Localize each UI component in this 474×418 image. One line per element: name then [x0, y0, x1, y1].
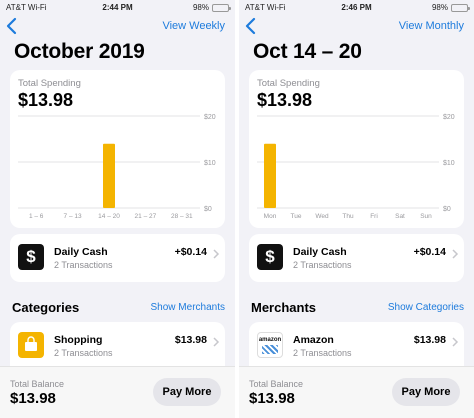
chevron-right-icon	[213, 249, 220, 259]
pay-more-button[interactable]: Pay More	[392, 378, 460, 406]
y-tick-label: $10	[443, 160, 455, 167]
y-tick-label: $0	[443, 206, 451, 213]
merchant-subtitle: 2 Transactions	[293, 348, 352, 358]
status-bar: AT&T Wi-Fi 2:46 PM 98%	[239, 0, 474, 14]
weekly-screen: AT&T Wi-Fi 2:46 PM 98% View Monthly Oct …	[239, 0, 474, 418]
merchant-row-amazon[interactable]: amazon Amazon 2 Transactions $13.98	[249, 322, 464, 370]
daily-cash-subtitle: 2 Transactions	[293, 260, 352, 270]
chart-bar	[264, 143, 276, 208]
battery-icon	[451, 3, 470, 12]
x-tick-label: 14 – 20	[98, 213, 120, 220]
x-tick-label: 21 – 27	[135, 213, 157, 220]
merchant-amount: $13.98	[413, 334, 446, 346]
spending-chart-card: Total Spending $13.98 $20 $10 $0 1 – 67 – 1…	[10, 70, 225, 228]
section-title-merchants: Merchants	[251, 300, 317, 315]
x-tick-label: Thu	[342, 213, 354, 220]
period-title: October 2019	[14, 40, 145, 63]
merchant-title: Amazon	[293, 334, 334, 346]
total-balance-bar: Total Balance $13.98 Pay More	[0, 366, 235, 418]
battery-icon	[212, 3, 231, 12]
total-balance-label: Total Balance	[249, 379, 304, 389]
daily-cash-amount: +$0.14	[174, 246, 207, 258]
x-tick-label: Mon	[264, 213, 277, 220]
amazon-box-graphic	[262, 345, 278, 354]
back-chevron-icon[interactable]	[243, 16, 259, 36]
daily-cash-icon: $	[257, 244, 283, 270]
amazon-logo-text: amazon	[258, 337, 282, 343]
x-tick-label: Sat	[395, 213, 405, 220]
chevron-right-icon	[452, 337, 459, 347]
daily-cash-title: Daily Cash	[293, 246, 347, 258]
view-weekly-button[interactable]: View Weekly	[162, 20, 225, 32]
x-tick-label: 7 – 13	[64, 213, 82, 220]
chart-bar	[103, 143, 115, 208]
pay-more-button[interactable]: Pay More	[153, 378, 221, 406]
x-tick-label: Fri	[370, 213, 378, 220]
total-balance-bar: Total Balance $13.98 Pay More	[239, 366, 474, 418]
daily-cash-amount: +$0.14	[413, 246, 446, 258]
category-title: Shopping	[54, 334, 103, 346]
total-balance-amount: $13.98	[10, 390, 56, 407]
category-row-shopping[interactable]: Shopping 2 Transactions $13.98	[10, 322, 225, 370]
x-tick-label: Sun	[420, 213, 432, 220]
show-merchants-button[interactable]: Show Merchants	[151, 302, 225, 313]
period-title: Oct 14 – 20	[253, 40, 362, 63]
y-tick-label: $0	[204, 206, 212, 213]
view-monthly-button[interactable]: View Monthly	[399, 20, 464, 32]
daily-cash-title: Daily Cash	[54, 246, 108, 258]
daily-cash-subtitle: 2 Transactions	[54, 260, 113, 270]
chevron-right-icon	[452, 249, 459, 259]
status-bar: AT&T Wi-Fi 2:44 PM 98%	[0, 0, 235, 14]
spending-chart-card: Total Spending $13.98 $20 $10 $0 Mon Tue Wed T…	[249, 70, 464, 228]
daily-cash-row[interactable]: $ Daily Cash 2 Transactions +$0.14	[249, 234, 464, 282]
daily-cash-icon: $	[18, 244, 44, 270]
total-balance-label: Total Balance	[10, 379, 65, 389]
amazon-logo-icon: amazon	[257, 332, 283, 358]
x-tick-label: Tue	[291, 213, 302, 220]
back-chevron-icon[interactable]	[4, 16, 20, 36]
total-balance-amount: $13.98	[249, 390, 295, 407]
x-tick-label: Wed	[315, 213, 329, 220]
spending-bar-chart: $20 $10 $0 Mon Tue Wed Thu Fri Sat Sun	[257, 114, 455, 220]
battery-percent: 98%	[431, 3, 448, 12]
spending-bar-chart: $20 $10 $0 1 – 6 7 – 13 14 – 20 21 – 27 28 – 31	[18, 114, 216, 220]
category-amount: $13.98	[174, 334, 207, 346]
daily-cash-row[interactable]: $ Daily Cash 2 Transactions +$0.14	[10, 234, 225, 282]
y-tick-label: $10	[204, 160, 216, 167]
battery-percent: 98%	[192, 3, 209, 12]
show-categories-button[interactable]: Show Categories	[388, 302, 464, 313]
x-tick-label: 28 – 31	[171, 213, 193, 220]
y-tick-label: $20	[443, 114, 455, 121]
x-tick-label: 1 – 6	[29, 213, 44, 220]
category-subtitle: 2 Transactions	[54, 348, 113, 358]
section-title-categories: Categories	[12, 300, 80, 315]
y-tick-label: $20	[204, 114, 216, 121]
chevron-right-icon	[213, 337, 220, 347]
shopping-bag-icon	[18, 332, 44, 358]
monthly-screen: AT&T Wi-Fi 2:44 PM 98% View Weekly Octob…	[0, 0, 235, 418]
